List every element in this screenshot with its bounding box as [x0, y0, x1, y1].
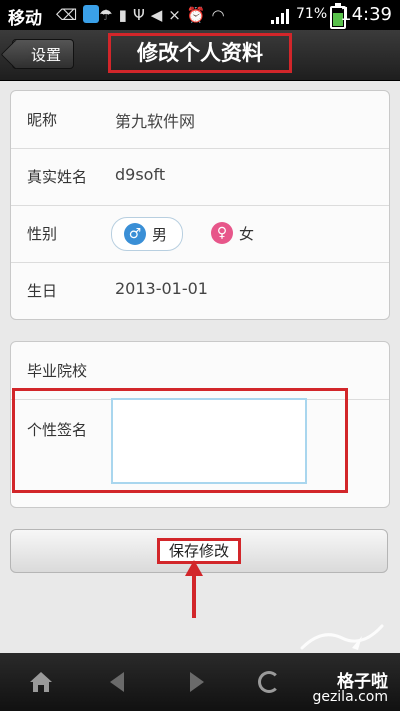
extra-info-card: 毕业院校 个性签名: [10, 341, 390, 508]
male-symbol-icon: ♂: [124, 223, 146, 245]
school-row[interactable]: 毕业院校: [11, 342, 389, 400]
profile-card: 昵称 第九软件网 真实姓名 d9soft 性别 ♂ 男 ♀ 女 生日 2013-…: [10, 90, 390, 320]
back-button-label: 设置: [30, 46, 61, 64]
signal-icon: [271, 9, 289, 24]
school-label: 毕业院校: [27, 362, 88, 380]
watermark-site: gezila.com: [312, 689, 388, 705]
wifi-icon: ◠: [211, 6, 231, 24]
sd-card-icon: ▮: [118, 6, 133, 24]
watermark-swoosh: [300, 624, 384, 650]
signature-label: 个性签名: [27, 421, 88, 439]
nickname-row[interactable]: 昵称 第九软件网: [11, 91, 389, 149]
signature-input[interactable]: [111, 398, 307, 484]
gender-male-label: 男: [152, 226, 168, 244]
birthday-label: 生日: [27, 282, 58, 300]
birthday-field[interactable]: 2013-01-01: [115, 279, 208, 298]
status-bar: 移动 ⌫ ☂▮Ψ◀×⏰◠ 71% 14:39: [0, 0, 400, 30]
back-arrow-icon[interactable]: [104, 669, 130, 695]
usb-icon: Ψ: [132, 6, 151, 24]
mute-icon: ◀×: [150, 6, 187, 24]
birthday-row[interactable]: 生日 2013-01-01: [11, 262, 389, 319]
title-bar: 设置 修改个人资料: [0, 30, 400, 81]
female-symbol-icon: ♀: [211, 222, 233, 244]
gender-row: 性别 ♂ 男 ♀ 女: [11, 205, 389, 263]
gender-female-option[interactable]: ♀ 女: [207, 217, 267, 249]
qq-icon: [83, 5, 100, 23]
realname-label: 真实姓名: [27, 168, 88, 186]
gender-female-label: 女: [239, 225, 255, 243]
alarm-icon: ⏰: [186, 6, 212, 24]
realname-field[interactable]: d9soft: [115, 165, 165, 184]
gender-male-option[interactable]: ♂ 男: [111, 217, 183, 251]
home-icon[interactable]: [28, 669, 54, 695]
bottom-nav-bar: 格子啦 gezila.com: [0, 653, 400, 711]
refresh-icon[interactable]: [258, 671, 280, 693]
weather-icon: ☂: [99, 6, 119, 24]
settings-back-button[interactable]: 设置: [12, 39, 74, 69]
notification-icons: ⌫ ☂▮Ψ◀×⏰◠: [56, 5, 231, 24]
nickname-field[interactable]: 第九软件网: [115, 108, 195, 132]
page-title: 修改个人资料: [108, 33, 292, 73]
gender-label: 性别: [27, 225, 58, 243]
annotation-arrow-shaft: [192, 574, 196, 618]
back-key-icon: ⌫: [56, 6, 84, 24]
realname-row[interactable]: 真实姓名 d9soft: [11, 148, 389, 206]
forward-arrow-icon[interactable]: [184, 669, 210, 695]
battery-percent: 71%: [296, 6, 328, 22]
clock: 14:39: [340, 4, 392, 25]
nickname-label: 昵称: [27, 111, 58, 129]
carrier-label: 移动: [8, 9, 42, 29]
